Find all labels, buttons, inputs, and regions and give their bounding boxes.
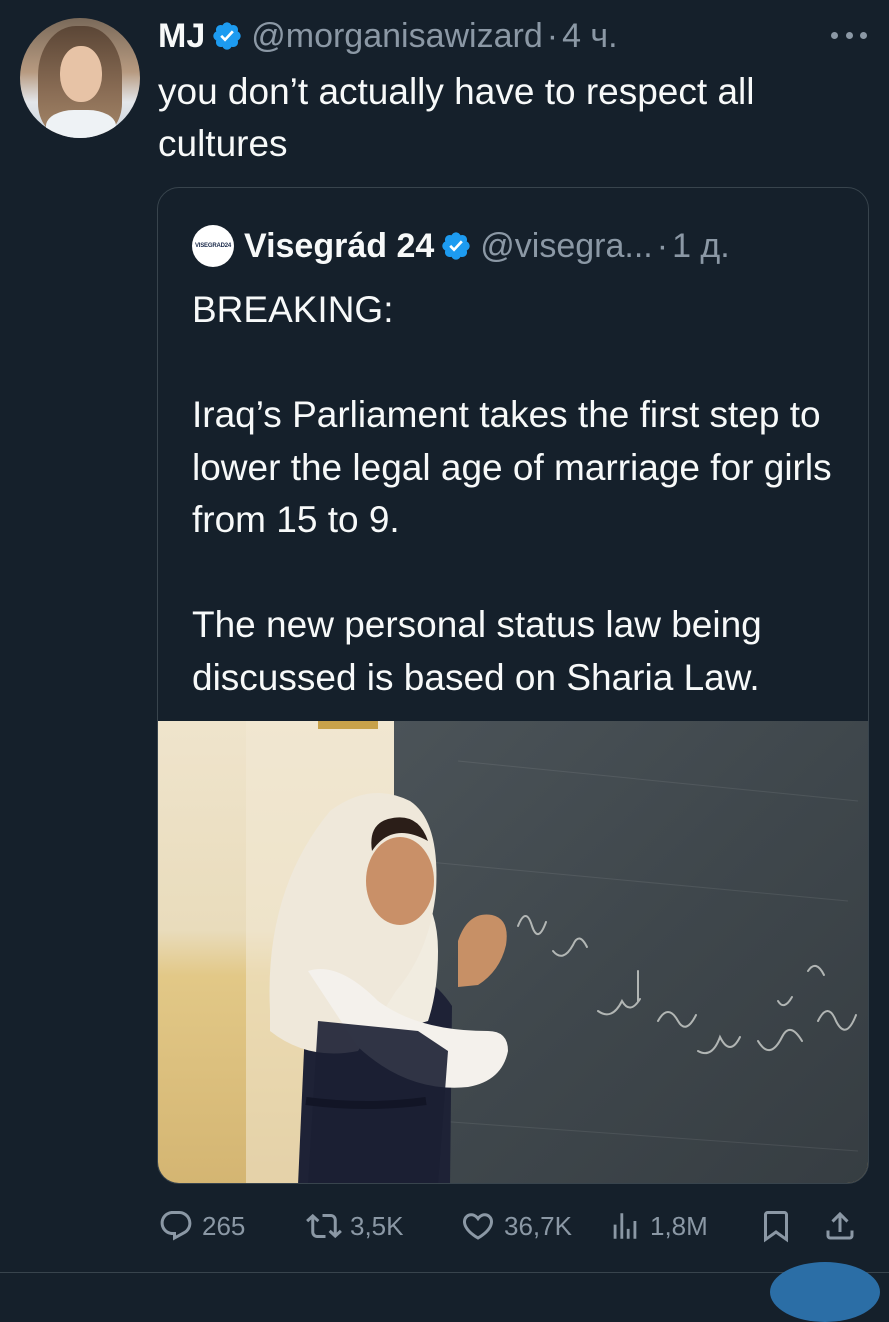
- quoted-time: 1 д.: [672, 226, 730, 265]
- compose-button[interactable]: [770, 1262, 880, 1322]
- avatar[interactable]: [20, 18, 140, 138]
- more-icon[interactable]: [831, 20, 867, 50]
- tweet-time[interactable]: 4 ч.: [562, 14, 618, 58]
- views-icon: [613, 1213, 637, 1239]
- like-icon: [462, 1213, 494, 1240]
- tweet[interactable]: MJ @morganisawizard · 4 ч. you don’t act…: [0, 0, 889, 1322]
- tweet-header: MJ @morganisawizard · 4 ч.: [158, 14, 618, 58]
- share-button[interactable]: [822, 1204, 858, 1248]
- repost-count: 3,5K: [350, 1210, 404, 1241]
- repost-button[interactable]: 3,5K: [306, 1204, 404, 1248]
- quoted-avatar: VISEGRAD24: [192, 225, 234, 267]
- quoted-paragraph: Iraq’s Parliament takes the first step t…: [192, 394, 832, 540]
- tweet-text: you don’t actually have to respect all c…: [158, 71, 755, 164]
- quoted-paragraph: BREAKING:: [192, 289, 394, 330]
- quoted-handle: @visegra...: [480, 226, 653, 265]
- reply-count: 265: [202, 1210, 246, 1241]
- author-handle[interactable]: @morganisawizard: [251, 14, 543, 58]
- action-bar: 265 3,5K 36,7K 1,8M: [158, 1204, 870, 1248]
- like-count: 36,7K: [504, 1210, 572, 1241]
- separator-dot: ·: [656, 226, 669, 265]
- reply-icon: [160, 1211, 192, 1241]
- share-icon: [826, 1211, 854, 1240]
- avatar-shirt: [46, 110, 116, 138]
- views-button[interactable]: 1,8M: [608, 1204, 708, 1248]
- repost-icon: [306, 1213, 342, 1239]
- quoted-photo[interactable]: [158, 721, 868, 1183]
- author-name[interactable]: MJ: [158, 14, 205, 58]
- reply-button[interactable]: 265: [158, 1204, 245, 1248]
- bookmark-button[interactable]: [758, 1204, 794, 1248]
- quoted-paragraph: The new personal status law being discus…: [192, 604, 762, 698]
- separator-dot: ·: [546, 17, 559, 55]
- more-dot: [860, 31, 867, 39]
- verified-icon: [213, 22, 241, 50]
- more-dot: [845, 31, 853, 39]
- quoted-text: BREAKING: Iraq’s Parliament takes the fi…: [192, 284, 852, 704]
- bottom-divider: [0, 1272, 889, 1280]
- verified-icon: [442, 232, 470, 260]
- quoted-header: VISEGRAD24 Visegrád 24 @visegra... · 1 д…: [192, 224, 730, 268]
- more-dot: [831, 31, 838, 39]
- quoted-tweet[interactable]: VISEGRAD24 Visegrád 24 @visegra... · 1 д…: [157, 187, 869, 1184]
- quoted-logo-text: VISEGRAD24: [194, 243, 231, 249]
- like-button[interactable]: 36,7K: [460, 1204, 572, 1248]
- bookmark-icon: [764, 1211, 788, 1243]
- photo-illustration: [158, 721, 868, 1183]
- avatar-face: [60, 46, 102, 102]
- quoted-author-name: Visegrád 24: [244, 226, 435, 265]
- views-count: 1,8M: [650, 1210, 708, 1241]
